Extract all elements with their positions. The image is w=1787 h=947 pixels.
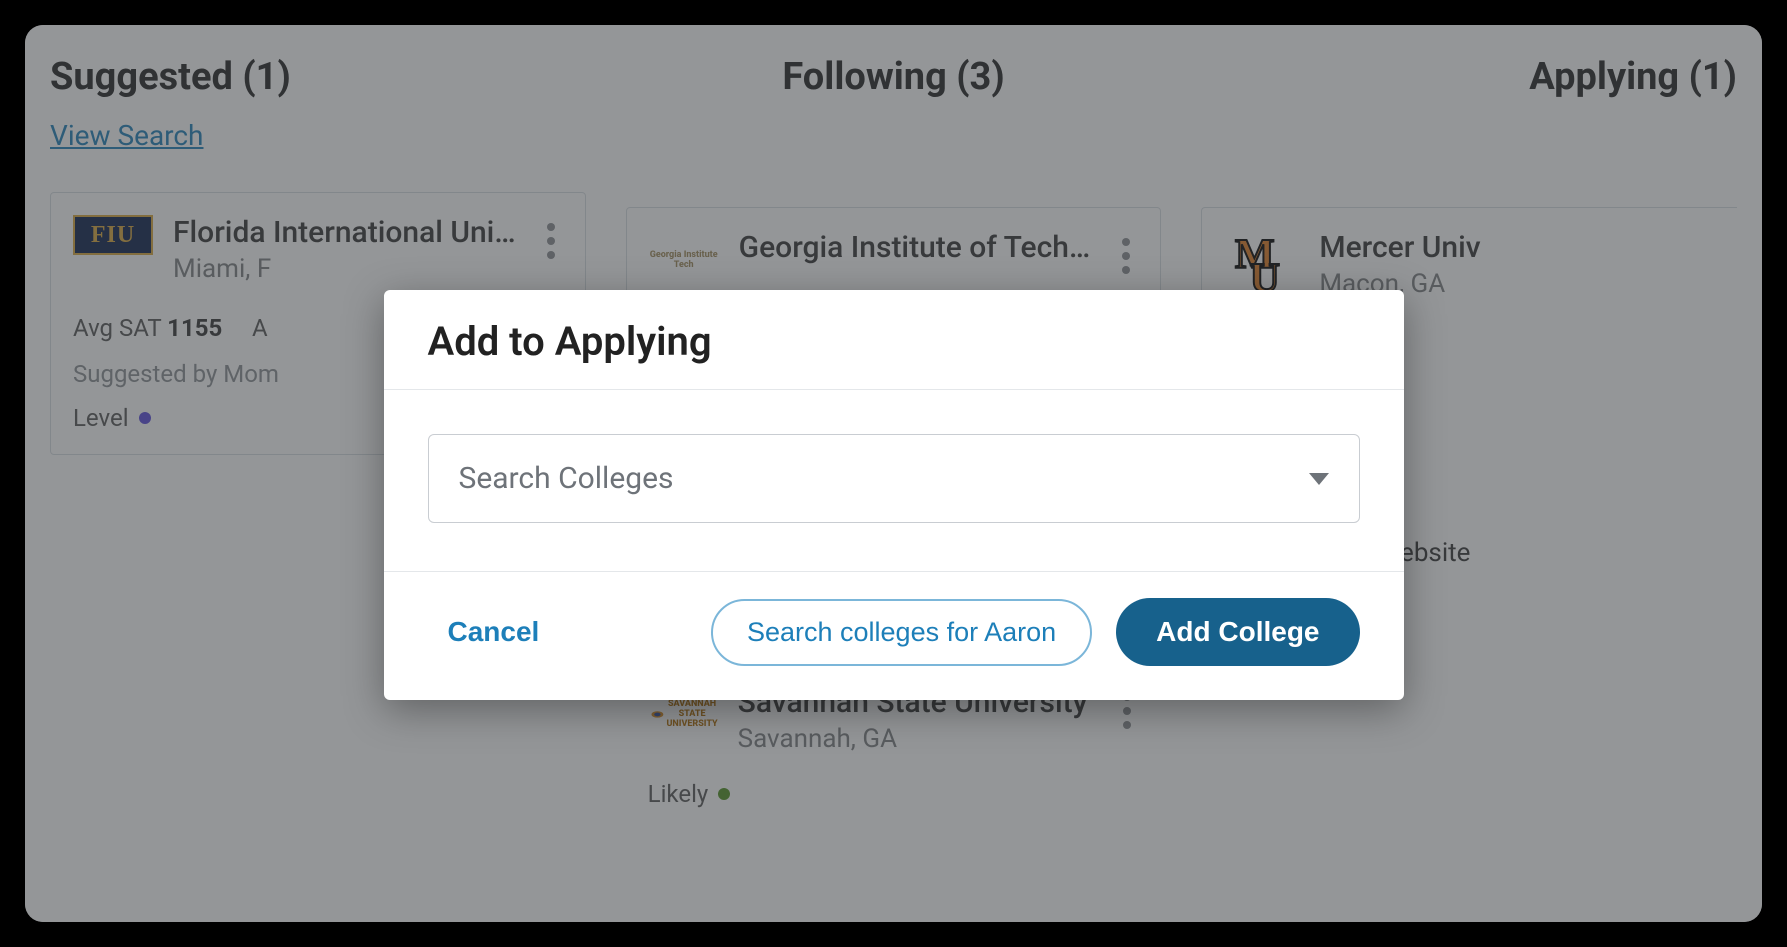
search-colleges-for-button[interactable]: Search colleges for Aaron [711, 599, 1092, 666]
cancel-button[interactable]: Cancel [428, 602, 560, 662]
add-college-button[interactable]: Add College [1116, 598, 1359, 666]
modal-footer: Cancel Search colleges for Aaron Add Col… [384, 571, 1404, 700]
chevron-down-icon [1309, 473, 1329, 485]
search-colleges-select[interactable]: Search Colleges [428, 434, 1360, 523]
app-frame: Suggested (1) View Search FIU Florida In… [25, 25, 1762, 922]
modal-body: Search Colleges [384, 390, 1404, 571]
add-to-applying-modal: Add to Applying Search Colleges Cancel S… [384, 290, 1404, 700]
modal-title: Add to Applying [384, 290, 1404, 389]
modal-overlay[interactable]: Add to Applying Search Colleges Cancel S… [25, 25, 1762, 922]
select-placeholder: Search Colleges [459, 461, 674, 496]
